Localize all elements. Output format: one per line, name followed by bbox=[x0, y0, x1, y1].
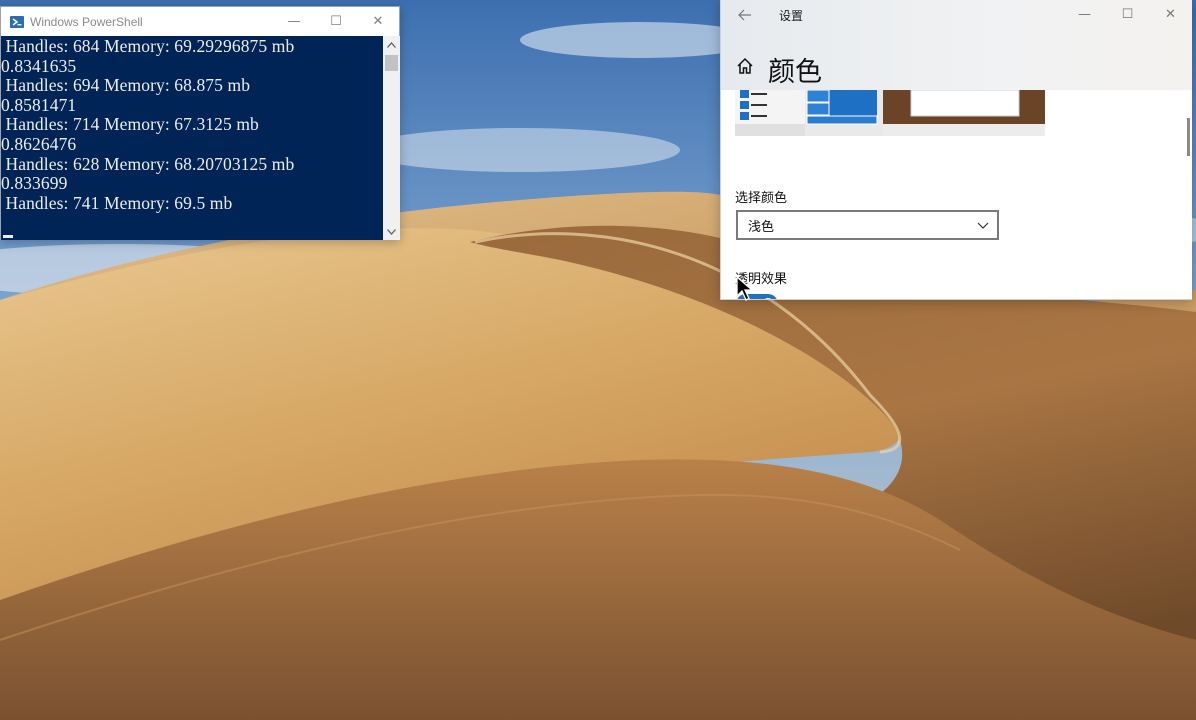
mouse-pointer-icon bbox=[736, 276, 754, 301]
settings-window-controls: — ☐ ✕ bbox=[1063, 0, 1192, 29]
page-title: 颜色 bbox=[768, 57, 822, 88]
close-button[interactable]: ✕ bbox=[357, 7, 399, 36]
powershell-window[interactable]: Windows PowerShell — ☐ ✕ Handles: 684 Me… bbox=[0, 6, 400, 240]
settings-content bbox=[721, 89, 1192, 299]
console-line: 0.833699 bbox=[1, 173, 68, 194]
powershell-icon bbox=[10, 15, 24, 28]
console-line: Handles: 741 Memory: 69.5 mb bbox=[1, 192, 233, 213]
scrollbar-thumb[interactable] bbox=[385, 55, 398, 71]
console-line: Handles: 628 Memory: 68.20703125 mb bbox=[1, 153, 295, 174]
settings-window-title: 设置 bbox=[779, 9, 804, 23]
color-mode-dropdown[interactable]: 浅色 bbox=[736, 210, 999, 240]
console-line: Handles: 684 Memory: 69.29296875 mb bbox=[1, 36, 295, 56]
choose-color-label: 选择颜色 bbox=[735, 190, 788, 205]
color-preview bbox=[735, 89, 1045, 136]
powershell-titlebar[interactable]: Windows PowerShell — ☐ ✕ bbox=[1, 7, 399, 36]
home-icon[interactable] bbox=[735, 56, 755, 76]
console-line: Handles: 714 Memory: 67.3125 mb bbox=[1, 114, 259, 135]
console-line: 0.8626476 bbox=[1, 133, 77, 154]
back-arrow-icon[interactable] bbox=[735, 5, 755, 25]
maximize-button[interactable]: ☐ bbox=[1106, 0, 1149, 29]
toggle-knob bbox=[762, 298, 774, 299]
powershell-window-controls: — ☐ ✕ bbox=[273, 7, 399, 36]
settings-header: 设置 — ☐ ✕ 颜色 bbox=[721, 0, 1192, 90]
console-line: Handles: 694 Memory: 68.875 mb bbox=[1, 75, 251, 96]
transparency-state: 开 bbox=[789, 296, 802, 299]
text-cursor bbox=[3, 235, 13, 238]
console-line: 0.8581471 bbox=[1, 94, 77, 115]
minimize-button[interactable]: — bbox=[1063, 0, 1106, 29]
color-preview-image bbox=[735, 89, 1045, 136]
minimize-button[interactable]: — bbox=[273, 7, 315, 36]
scroll-down-arrow-icon[interactable] bbox=[383, 223, 400, 240]
powershell-title: Windows PowerShell bbox=[30, 14, 143, 29]
color-mode-value: 浅色 bbox=[748, 218, 775, 234]
settings-window[interactable]: 设置 — ☐ ✕ 颜色 选择颜色 浅色 透明效果 bbox=[720, 0, 1192, 300]
powershell-console[interactable]: Handles: 684 Memory: 69.29296875 mb 0.83… bbox=[1, 36, 383, 240]
chevron-down-icon bbox=[977, 222, 989, 229]
console-line: 0.8341635 bbox=[1, 55, 77, 76]
maximize-button[interactable]: ☐ bbox=[315, 7, 357, 36]
settings-scrollbar[interactable] bbox=[1187, 118, 1190, 156]
console-scrollbar[interactable] bbox=[383, 36, 400, 240]
scroll-up-arrow-icon[interactable] bbox=[383, 36, 400, 53]
close-button[interactable]: ✕ bbox=[1149, 0, 1192, 29]
